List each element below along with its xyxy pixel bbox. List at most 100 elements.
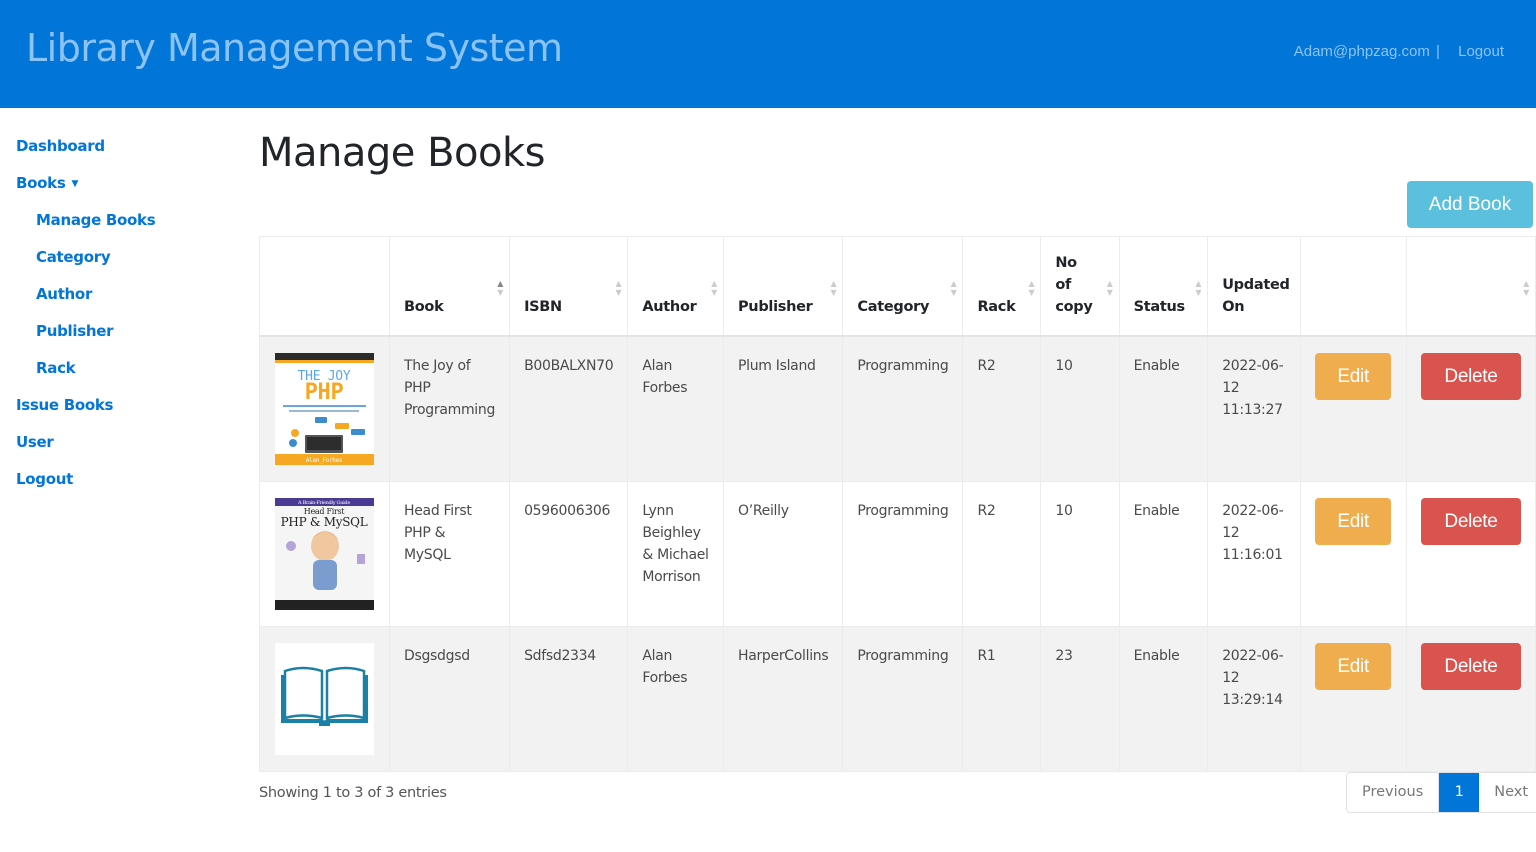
header-logout-link[interactable]: Logout	[1458, 43, 1504, 60]
sidebar-item-category[interactable]: Category	[16, 247, 236, 284]
sort-icon: ▲ ▼	[615, 279, 622, 297]
edit-button[interactable]: Edit	[1315, 497, 1392, 545]
column-header-cover	[259, 236, 390, 337]
edit-cell: Edit	[1300, 625, 1407, 772]
edit-cell: Edit	[1300, 480, 1407, 627]
book-title-cell: Head First PHP & MySQL	[388, 480, 511, 627]
edit-button[interactable]: Edit	[1315, 642, 1392, 690]
delete-cell: Delete	[1405, 480, 1536, 627]
sidebar-item-label: Books	[16, 174, 66, 192]
column-header-status[interactable]: Status ▲ ▼	[1118, 236, 1209, 337]
copies-cell: 23	[1040, 625, 1120, 772]
status-cell: Enable	[1118, 625, 1209, 772]
svg-text:Alan_Forbes: Alan_Forbes	[306, 457, 343, 464]
sort-icon: ▲ ▼	[711, 279, 717, 297]
user-email[interactable]: Adam@phpzag.com	[1294, 43, 1430, 60]
updated-cell: 2022-06-12 11:16:01	[1207, 480, 1302, 627]
sort-icon: ▲ ▼	[1028, 279, 1035, 297]
table-row: Dsgsdgsd Sdfsd2334 Alan Forbes HarperCol…	[259, 625, 1536, 772]
isbn-cell: B00BALXN70	[509, 335, 629, 482]
column-label: Publisher	[737, 298, 813, 315]
column-label: Updated On	[1222, 276, 1290, 315]
column-label: Status	[1133, 298, 1186, 315]
author-cell: Lynn Beighley & Michael Morrison	[627, 480, 724, 627]
column-label: Book	[404, 298, 444, 315]
column-label: No of copy	[1055, 254, 1093, 315]
sidebar-item-label: Category	[36, 248, 111, 266]
sidebar-item-publisher[interactable]: Publisher	[16, 321, 236, 358]
edit-cell: Edit	[1300, 335, 1407, 482]
updated-cell: 2022-06-12 11:13:27	[1207, 335, 1302, 482]
author-cell: Alan Forbes	[627, 335, 724, 482]
publisher-cell: HarperCollins	[722, 625, 844, 772]
status-cell: Enable	[1118, 335, 1209, 482]
column-header-book[interactable]: Book ▲ ▼	[388, 236, 511, 337]
updated-cell: 2022-06-12 13:29:14	[1207, 625, 1302, 772]
cover-cell: THE JOY PHP Alan_Forbes	[259, 335, 390, 482]
user-menu: Adam@phpzag.com | Logout	[1294, 43, 1504, 60]
column-label: Author	[642, 298, 697, 315]
top-navbar: Library Management System Adam@phpzag.co…	[0, 0, 1536, 108]
publisher-cell: O’Reilly	[722, 480, 844, 627]
sidebar-item-user[interactable]: User	[16, 432, 236, 469]
category-cell: Programming	[842, 335, 964, 482]
delete-button[interactable]: Delete	[1420, 497, 1521, 545]
category-cell: Programming	[842, 480, 964, 627]
rack-cell: R2	[962, 335, 1042, 482]
caret-down-icon: ▼	[71, 179, 79, 189]
book-cover-head-first-php: A Brain-Friendly Guide Head First PHP & …	[275, 497, 374, 610]
sidebar-item-label: Dashboard	[16, 137, 105, 155]
sidebar-item-label: Rack	[36, 359, 76, 377]
column-header-no-of-copy[interactable]: No of copy ▲ ▼	[1040, 236, 1120, 337]
sidebar-item-label: Publisher	[36, 322, 114, 340]
column-header-isbn[interactable]: ISBN ▲ ▼	[509, 236, 629, 337]
sidebar-item-issue-books[interactable]: Issue Books	[16, 395, 236, 432]
column-header-rack[interactable]: Rack ▲ ▼	[962, 236, 1042, 337]
sidebar-item-author[interactable]: Author	[16, 284, 236, 321]
cover-cell	[259, 625, 390, 772]
column-label: Category	[857, 298, 930, 315]
pagination-page-1[interactable]: 1	[1439, 773, 1480, 812]
sidebar-item-books[interactable]: Books ▼	[16, 173, 236, 210]
sidebar-item-logout[interactable]: Logout	[16, 469, 236, 506]
rack-cell: R1	[962, 625, 1042, 772]
add-book-button[interactable]: Add Book	[1407, 181, 1533, 228]
column-label: Rack	[977, 298, 1016, 315]
column-header-category[interactable]: Category ▲ ▼	[842, 236, 964, 337]
pagination-next[interactable]: Next	[1479, 773, 1536, 812]
sidebar-item-dashboard[interactable]: Dashboard	[16, 136, 236, 173]
rack-cell: R2	[962, 480, 1042, 627]
book-cover-joy-of-php: THE JOY PHP Alan_Forbes	[275, 352, 374, 465]
column-header-author[interactable]: Author ▲ ▼	[627, 236, 724, 337]
separator: |	[1436, 43, 1440, 60]
sidebar-item-label: Logout	[16, 470, 73, 488]
edit-button[interactable]: Edit	[1315, 352, 1392, 400]
cover-cell: A Brain-Friendly Guide Head First PHP & …	[259, 480, 390, 627]
pagination-previous[interactable]: Previous	[1347, 773, 1440, 812]
updated-on-value: 2022-06-12 11:16:01	[1222, 502, 1284, 563]
sidebar-item-rack[interactable]: Rack	[16, 358, 236, 395]
column-header-edit	[1300, 236, 1407, 337]
status-cell: Enable	[1118, 480, 1209, 627]
column-header-delete[interactable]: ▲ ▼	[1405, 236, 1536, 337]
sort-icon: ▲ ▼	[1523, 279, 1529, 297]
category-cell: Programming	[842, 625, 964, 772]
copies-cell: 10	[1040, 480, 1120, 627]
sort-icon: ▲ ▼	[497, 279, 504, 297]
isbn-cell: Sdfsd2334	[509, 625, 629, 772]
delete-button[interactable]: Delete	[1420, 642, 1521, 690]
column-header-publisher[interactable]: Publisher ▲ ▼	[722, 236, 844, 337]
table-row: A Brain-Friendly Guide Head First PHP & …	[259, 480, 1536, 627]
book-title-cell: Dsgsdgsd	[388, 625, 511, 772]
delete-cell: Delete	[1405, 335, 1536, 482]
delete-cell: Delete	[1405, 625, 1536, 772]
delete-button[interactable]: Delete	[1420, 352, 1521, 400]
pagination: Previous 1 Next	[1346, 772, 1536, 813]
app-title[interactable]: Library Management System	[26, 26, 563, 70]
sidebar-item-manage-books[interactable]: Manage Books	[16, 210, 236, 247]
svg-text:A Brain-Friendly Guide: A Brain-Friendly Guide	[297, 500, 350, 506]
sidebar-item-label: Manage Books	[36, 211, 156, 229]
page-title: Manage Books	[259, 130, 546, 176]
svg-text:PHP & MySQL: PHP & MySQL	[281, 515, 368, 529]
column-header-updated-on: Updated On	[1207, 236, 1302, 337]
